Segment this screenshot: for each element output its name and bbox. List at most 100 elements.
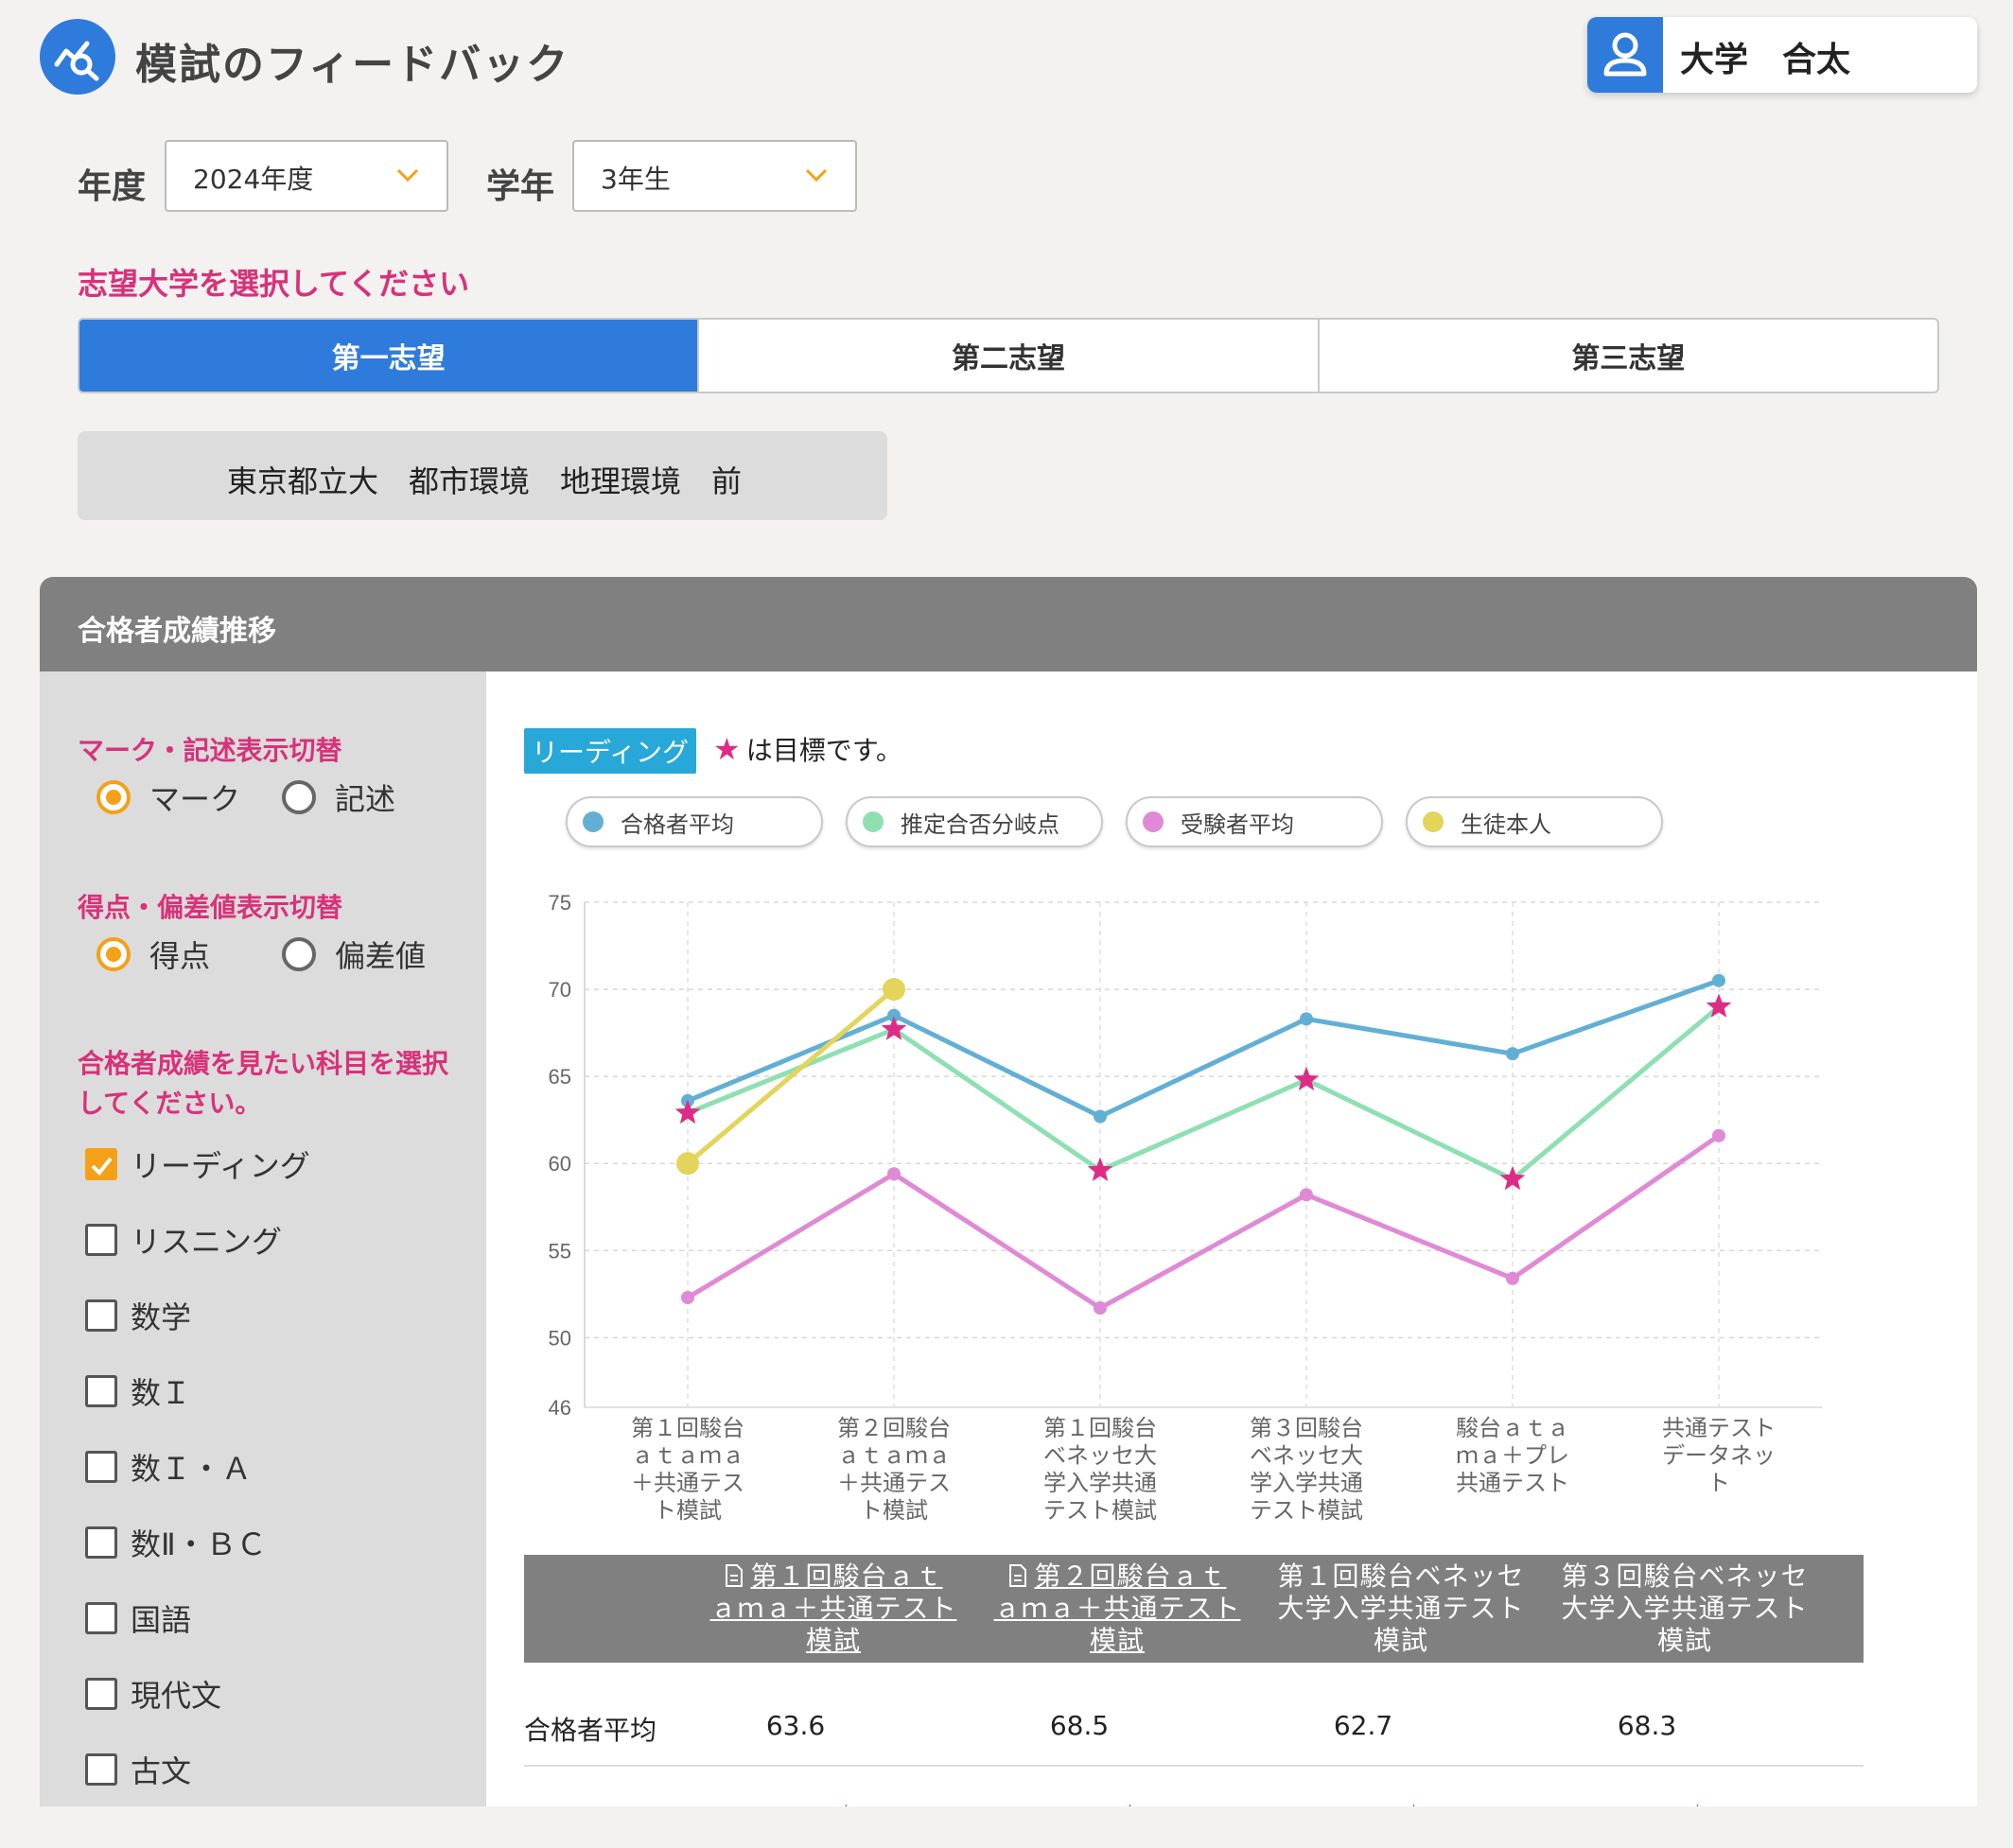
- subject-label: 現代文: [131, 1678, 222, 1714]
- exam-header-line: 第３回駿台ベネッセ: [1561, 1560, 1809, 1592]
- radio-written-circle: [282, 780, 316, 814]
- data-point: [1712, 973, 1725, 987]
- x-tick-label: ａｔａｍａ: [837, 1442, 951, 1469]
- y-tick-label: 60: [549, 1152, 571, 1176]
- subject-label: 古文: [131, 1753, 192, 1789]
- data-point: [1506, 1271, 1519, 1285]
- tab-second-choice[interactable]: 第二志望: [699, 320, 1320, 392]
- grade-select-value: 3年生: [601, 164, 671, 195]
- x-tick-label: 第２回駿台: [837, 1415, 951, 1441]
- exam-header-line: 第２回駿台ａｔ: [1034, 1560, 1227, 1592]
- subject-prompt-line1: 合格者成績を見たい科目を選択: [78, 1048, 449, 1079]
- checkbox[interactable]: [85, 1602, 117, 1634]
- grade-select[interactable]: 3年生: [572, 140, 857, 212]
- table-row-label: 合格者平均: [524, 1715, 657, 1746]
- checkbox[interactable]: [85, 1753, 117, 1786]
- data-point: [1094, 1301, 1107, 1316]
- table-divider: [524, 1765, 1864, 1767]
- checkbox[interactable]: [85, 1224, 117, 1256]
- y-tick-label: 55: [549, 1239, 571, 1263]
- subject-checkbox-item[interactable]: 国語: [85, 1596, 191, 1640]
- exam-header-line: 大学入学共通テスト: [1561, 1593, 1809, 1624]
- subject-prompt-line2: してください。: [78, 1088, 262, 1119]
- data-point: [676, 1152, 699, 1176]
- radio-deviation-circle: [282, 937, 316, 971]
- radio-mark[interactable]: マーク: [96, 776, 240, 819]
- data-point: [1506, 1047, 1519, 1061]
- radio-deviation[interactable]: 偏差値: [282, 933, 426, 976]
- exam-header-line: 模試: [1656, 1625, 1712, 1656]
- radio-score[interactable]: 得点: [96, 933, 210, 976]
- subject-checkbox-item[interactable]: 数Ⅱ・ＢＣ: [85, 1521, 267, 1564]
- table-cell: 68.3: [1617, 1710, 1677, 1741]
- x-tick-label: ＋共通テス: [631, 1470, 744, 1496]
- radio-score-circle: [96, 937, 131, 971]
- x-tick-label: 第１回駿台: [1043, 1415, 1157, 1441]
- y-tick-label: 46: [549, 1396, 571, 1420]
- year-select[interactable]: 2024年度: [165, 140, 448, 212]
- subject-checkbox-item[interactable]: 数学: [85, 1294, 191, 1337]
- radio-mark-label: マーク: [149, 781, 241, 817]
- exam-header-line: 模試: [1373, 1625, 1428, 1656]
- subject-label: リーディング: [131, 1148, 310, 1184]
- radio-written[interactable]: 記述: [282, 776, 395, 819]
- data-point: [681, 1290, 694, 1304]
- checkbox[interactable]: [85, 1451, 117, 1483]
- checkbox[interactable]: [85, 1299, 117, 1332]
- radio-deviation-label: 偏差値: [335, 938, 427, 974]
- exam-header-line: 第１回駿台ベネッセ: [1277, 1560, 1525, 1592]
- x-tick-label: 第１回駿台: [631, 1415, 744, 1441]
- user-icon: [1587, 17, 1663, 93]
- table-cell: 68.5: [1049, 1710, 1110, 1741]
- exam-header-line: ａｍａ＋共通テスト: [993, 1593, 1241, 1624]
- document-icon: [724, 1560, 750, 1592]
- data-point: [1300, 1012, 1313, 1026]
- tab-first-choice[interactable]: 第一志望: [79, 320, 700, 392]
- y-tick-label: 75: [549, 891, 571, 915]
- x-tick-label: テスト模試: [1250, 1497, 1363, 1524]
- exam-header-line: 第１回駿台ａｔ: [750, 1560, 943, 1592]
- checkbox[interactable]: [85, 1375, 117, 1407]
- page-title: 模試のフィードバック: [135, 41, 570, 89]
- x-tick-label: 共通テスト: [1662, 1415, 1776, 1441]
- exam-link[interactable]: 第１回駿台ａｔ ａｍａ＋共通テスト 模試: [706, 1560, 961, 1657]
- subject-checkbox-item[interactable]: リーディング: [85, 1142, 310, 1186]
- y-tick-label: 65: [549, 1065, 571, 1089]
- target-star-marker: [1293, 1066, 1320, 1091]
- x-tick-label: テスト模試: [1043, 1497, 1157, 1524]
- checkbox[interactable]: [85, 1678, 117, 1710]
- selected-university-box: 東京都立大 都市環境 地理環境 前: [78, 431, 887, 520]
- x-tick-label: ａｔａｍａ: [631, 1442, 744, 1469]
- y-tick-label: 70: [549, 978, 571, 1002]
- subject-checkbox-item[interactable]: 古文: [85, 1748, 191, 1791]
- year-select-value: 2024年度: [193, 164, 314, 195]
- series-line: [686, 1133, 1721, 1311]
- grade-label: 学年: [486, 167, 555, 206]
- x-tick-label: 第３回駿台: [1250, 1415, 1363, 1441]
- data-point: [887, 1167, 901, 1181]
- checkbox-checked[interactable]: [85, 1148, 117, 1180]
- subject-checkbox-item[interactable]: 数Ｉ: [85, 1369, 191, 1413]
- table-cell: 62.9: [701, 1804, 890, 1806]
- panel-header: 合格者成績推移: [40, 577, 1977, 671]
- x-tick-label: ト模試: [860, 1497, 928, 1524]
- exam-link[interactable]: 第２回駿台ａｔ ａｍａ＋共通テスト 模試: [989, 1560, 1245, 1657]
- subject-checkbox-item[interactable]: 現代文: [85, 1672, 221, 1716]
- x-tick-label: 学入学共通: [1043, 1470, 1157, 1496]
- x-tick-label: 駿台ａｔａ: [1456, 1415, 1569, 1441]
- subject-checkbox-item[interactable]: 数Ｉ・Ａ: [85, 1445, 252, 1489]
- checkbox[interactable]: [85, 1526, 117, 1559]
- x-tick-label: ベネッセ大: [1043, 1442, 1157, 1469]
- user-profile[interactable]: 大学 合太: [1587, 17, 1977, 93]
- x-tick-label: 共通テスト: [1456, 1470, 1569, 1496]
- x-tick-label: 学入学共通: [1250, 1470, 1363, 1496]
- tab-third-choice[interactable]: 第三志望: [1320, 320, 1937, 392]
- table-cell: 59.6: [1269, 1804, 1458, 1806]
- mark-toggle-title: マーク・記述表示切替: [78, 735, 342, 766]
- subject-checkbox-item[interactable]: リスニング: [85, 1218, 282, 1262]
- chevron-down-icon: [396, 168, 419, 183]
- check-icon: [91, 1157, 113, 1176]
- subject-label: 数Ｉ: [131, 1375, 192, 1411]
- choice-tabs: 第一志望 第二志望 第三志望: [78, 318, 1939, 393]
- target-star-icon: ★: [1401, 1799, 1427, 1806]
